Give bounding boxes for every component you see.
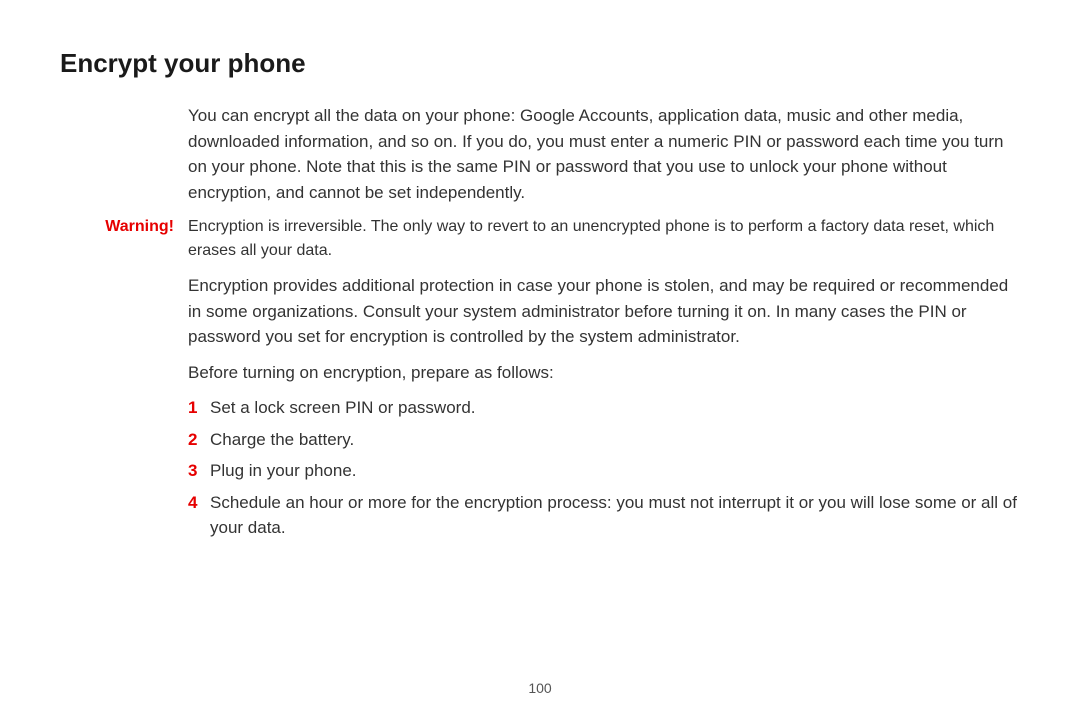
list-number: 4 (188, 490, 210, 516)
list-text: Set a lock screen PIN or password. (210, 395, 1020, 421)
list-number: 1 (188, 395, 210, 421)
body-block: Encryption provides additional protectio… (188, 273, 1020, 541)
warning-text: Encryption is irreversible. The only way… (188, 215, 1020, 263)
list-text: Plug in your phone. (210, 458, 1020, 484)
list-item: 1 Set a lock screen PIN or password. (188, 395, 1020, 421)
steps-list: 1 Set a lock screen PIN or password. 2 C… (188, 395, 1020, 541)
paragraph-protection: Encryption provides additional protectio… (188, 273, 1020, 350)
intro-paragraph-block: You can encrypt all the data on your pho… (188, 103, 1020, 205)
list-number: 3 (188, 458, 210, 484)
prepare-intro: Before turning on encryption, prepare as… (188, 360, 1020, 386)
list-item: 4 Schedule an hour or more for the encry… (188, 490, 1020, 541)
intro-paragraph: You can encrypt all the data on your pho… (188, 103, 1020, 205)
warning-block: Warning! Encryption is irreversible. The… (60, 215, 1020, 263)
warning-label: Warning! (60, 215, 188, 239)
list-text: Charge the battery. (210, 427, 1020, 453)
list-text: Schedule an hour or more for the encrypt… (210, 490, 1020, 541)
page-heading: Encrypt your phone (60, 48, 1020, 79)
list-item: 3 Plug in your phone. (188, 458, 1020, 484)
list-item: 2 Charge the battery. (188, 427, 1020, 453)
list-number: 2 (188, 427, 210, 453)
page-number: 100 (528, 680, 551, 696)
